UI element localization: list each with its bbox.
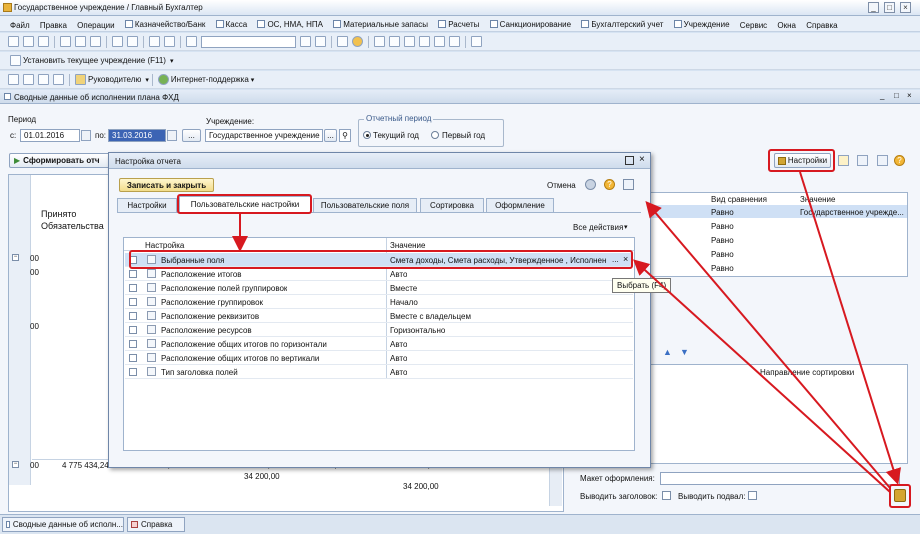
- task-report-label: Сводные данные об исполн...: [12, 520, 123, 529]
- report-icon: [6, 521, 10, 528]
- arrow-wrench-to-row: [633, 259, 891, 493]
- annotation-arrows: [232, 171, 902, 493]
- window-taskbar: Сводные данные об исполн... Справка: [0, 514, 920, 534]
- task-report[interactable]: Сводные данные об исполн...: [2, 517, 124, 532]
- task-help-label: Справка: [141, 520, 173, 529]
- arrow-settings-to-wrench: [799, 171, 902, 485]
- task-help[interactable]: Справка: [127, 517, 185, 532]
- help-doc-icon: [131, 521, 138, 528]
